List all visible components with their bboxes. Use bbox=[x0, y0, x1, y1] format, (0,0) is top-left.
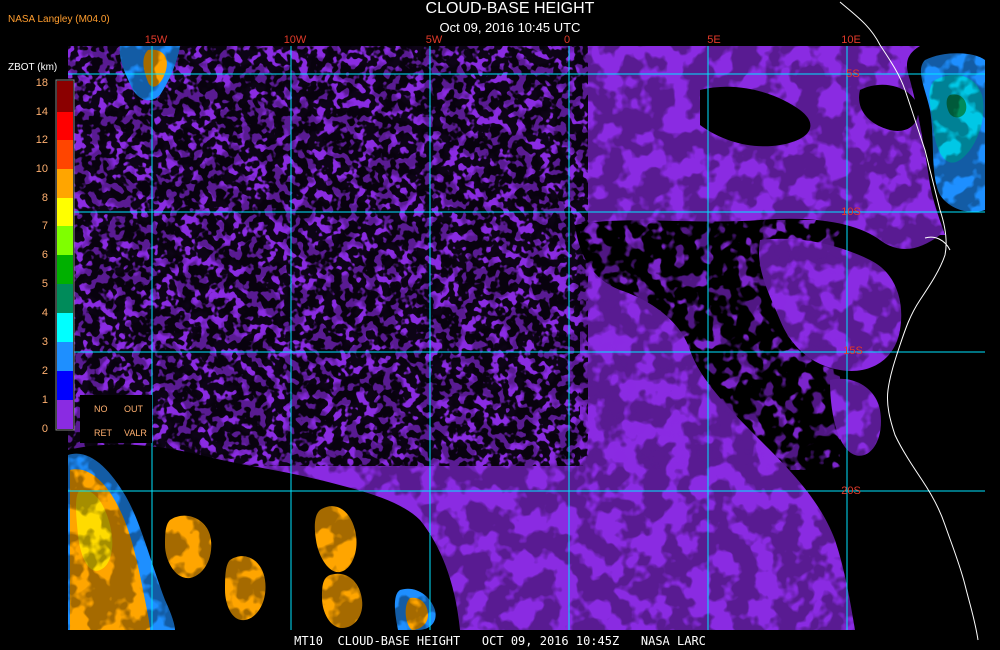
satellite-map[interactable] bbox=[0, 0, 1000, 650]
legend-tick-4: 4 bbox=[41, 307, 48, 319]
legend-tick-6: 6 bbox=[41, 249, 48, 261]
legend-swatch-8-10 bbox=[57, 169, 73, 198]
legend-tick-5: 5 bbox=[41, 278, 48, 290]
legend-swatch-0-1 bbox=[57, 400, 73, 429]
legend-valr-label: VALR bbox=[124, 428, 147, 438]
lon-label-0: 0 bbox=[563, 34, 571, 46]
legend-out-label: OUT bbox=[124, 404, 143, 414]
legend-tick-7: 7 bbox=[41, 220, 48, 232]
legend-swatch-10-12 bbox=[57, 140, 73, 169]
legend-tick-2: 2 bbox=[41, 365, 48, 377]
legend-tick-14: 14 bbox=[35, 106, 48, 118]
lat-label-15s: 15S bbox=[843, 345, 863, 357]
lat-label-10s: 10S bbox=[841, 206, 861, 218]
legend-ret-label: RET bbox=[94, 428, 112, 438]
legend-tick-10: 10 bbox=[35, 163, 48, 175]
legend-swatch-14-18 bbox=[57, 81, 73, 112]
lon-label-5w: 5W bbox=[425, 34, 443, 46]
legend-swatch-1-2 bbox=[57, 371, 73, 400]
legend-swatch-6-7 bbox=[57, 226, 73, 255]
lat-label-20s: 20S bbox=[841, 485, 861, 497]
legend-tick-8: 8 bbox=[41, 192, 48, 204]
legend-swatch-7-8 bbox=[57, 198, 73, 226]
legend-swatch-4-5 bbox=[57, 284, 73, 313]
lat-label-5s: 5S bbox=[846, 68, 860, 80]
lon-label-5e: 5E bbox=[707, 34, 721, 46]
producer-label: NASA Langley (M04.0) bbox=[8, 14, 110, 25]
legend-swatch-2-3 bbox=[57, 342, 73, 371]
legend-no-label: NO bbox=[94, 404, 108, 414]
lon-label-10e: 10E bbox=[841, 34, 861, 46]
legend-unit-label: ZBOT (km) bbox=[8, 62, 58, 73]
legend-tick-0: 0 bbox=[41, 423, 48, 435]
legend-tick-18: 18 bbox=[35, 77, 48, 89]
legend-swatch-12-14 bbox=[57, 112, 73, 140]
legend-swatch-5-6 bbox=[57, 255, 73, 284]
map-title: CLOUD-BASE HEIGHT bbox=[425, 0, 595, 17]
map-datetime: Oct 09, 2016 10:45 UTC bbox=[439, 20, 581, 35]
lon-label-10w: 10W bbox=[283, 34, 307, 46]
legend-color-bar bbox=[55, 79, 75, 431]
legend-swatch-3-4 bbox=[57, 313, 73, 342]
footer-caption: MT10 CLOUD-BASE HEIGHT OCT 09, 2016 10:4… bbox=[294, 634, 706, 648]
legend-tick-12: 12 bbox=[35, 134, 48, 146]
legend-tick-3: 3 bbox=[41, 336, 48, 348]
lon-label-15w: 15W bbox=[144, 34, 168, 46]
legend-tick-1: 1 bbox=[41, 394, 48, 406]
